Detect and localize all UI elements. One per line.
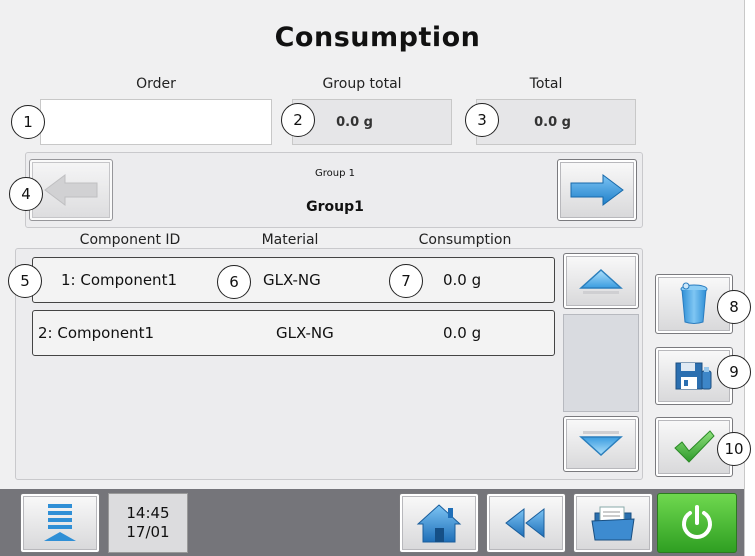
next-group-button[interactable]	[557, 159, 637, 221]
power-icon	[682, 505, 712, 539]
callout-7: 7	[389, 264, 423, 298]
scrollbar-track[interactable]	[563, 314, 639, 412]
material-cell: GLX-NG	[276, 324, 334, 342]
scroll-up-button[interactable]	[563, 253, 639, 309]
consumption-cell: 0.0 g	[443, 271, 482, 289]
page-title: Consumption	[274, 22, 481, 53]
save-icon	[675, 362, 712, 390]
folder-icon	[591, 506, 635, 541]
home-button[interactable]	[399, 493, 479, 553]
component-id-cell: 1: Component1	[61, 271, 177, 289]
menu-button[interactable]	[20, 493, 100, 553]
clock-time: 14:45	[126, 504, 170, 522]
group-total-value: 0.0 g	[336, 114, 373, 130]
order-label: Order	[136, 76, 176, 92]
chevron-down-icon	[579, 431, 623, 457]
trash-icon	[680, 282, 708, 324]
table-row[interactable]: 1: Component1 GLX-NG 0.0 g	[32, 257, 555, 303]
callout-5: 5	[8, 264, 42, 298]
consumption-screen: Consumption Order Group total Total 0.0 …	[0, 0, 745, 556]
callout-8: 8	[717, 290, 751, 324]
arrow-right-icon	[570, 174, 624, 206]
folder-button[interactable]	[573, 493, 653, 553]
group-selector-panel	[25, 152, 643, 228]
chevron-up-icon	[579, 268, 623, 294]
component-id-cell: 2: Component1	[38, 324, 154, 342]
material-cell: GLX-NG	[263, 271, 321, 289]
consumption-cell: 0.0 g	[443, 324, 482, 342]
order-input[interactable]	[40, 99, 272, 145]
callout-1: 1	[11, 105, 45, 139]
group-total-field: 0.0 g	[292, 99, 452, 145]
power-button[interactable]	[657, 493, 737, 553]
column-header-material: Material	[261, 232, 319, 248]
callout-6: 6	[217, 265, 251, 299]
total-field: 0.0 g	[476, 99, 636, 145]
callout-10: 10	[717, 432, 751, 466]
rewind-icon	[505, 507, 545, 539]
column-header-consumption: Consumption	[418, 232, 512, 248]
table-row[interactable]: 2: Component1 GLX-NG 0.0 g	[32, 310, 555, 356]
scroll-down-button[interactable]	[563, 416, 639, 472]
callout-9: 9	[717, 355, 751, 389]
callout-3: 3	[465, 103, 499, 137]
clock-display: 14:45 17/01	[108, 493, 188, 553]
callout-2: 2	[281, 103, 315, 137]
total-value: 0.0 g	[534, 114, 571, 130]
callout-4: 4	[9, 177, 43, 211]
group-name: Group1	[306, 199, 364, 215]
total-label: Total	[529, 76, 563, 92]
clock-date: 17/01	[126, 523, 170, 541]
checkmark-icon	[674, 430, 715, 463]
menu-icon	[44, 504, 76, 541]
arrow-left-icon	[44, 174, 98, 206]
group-total-label: Group total	[322, 76, 402, 92]
home-icon	[416, 504, 462, 543]
group-caption: Group 1	[315, 168, 355, 179]
back-button[interactable]	[486, 493, 566, 553]
